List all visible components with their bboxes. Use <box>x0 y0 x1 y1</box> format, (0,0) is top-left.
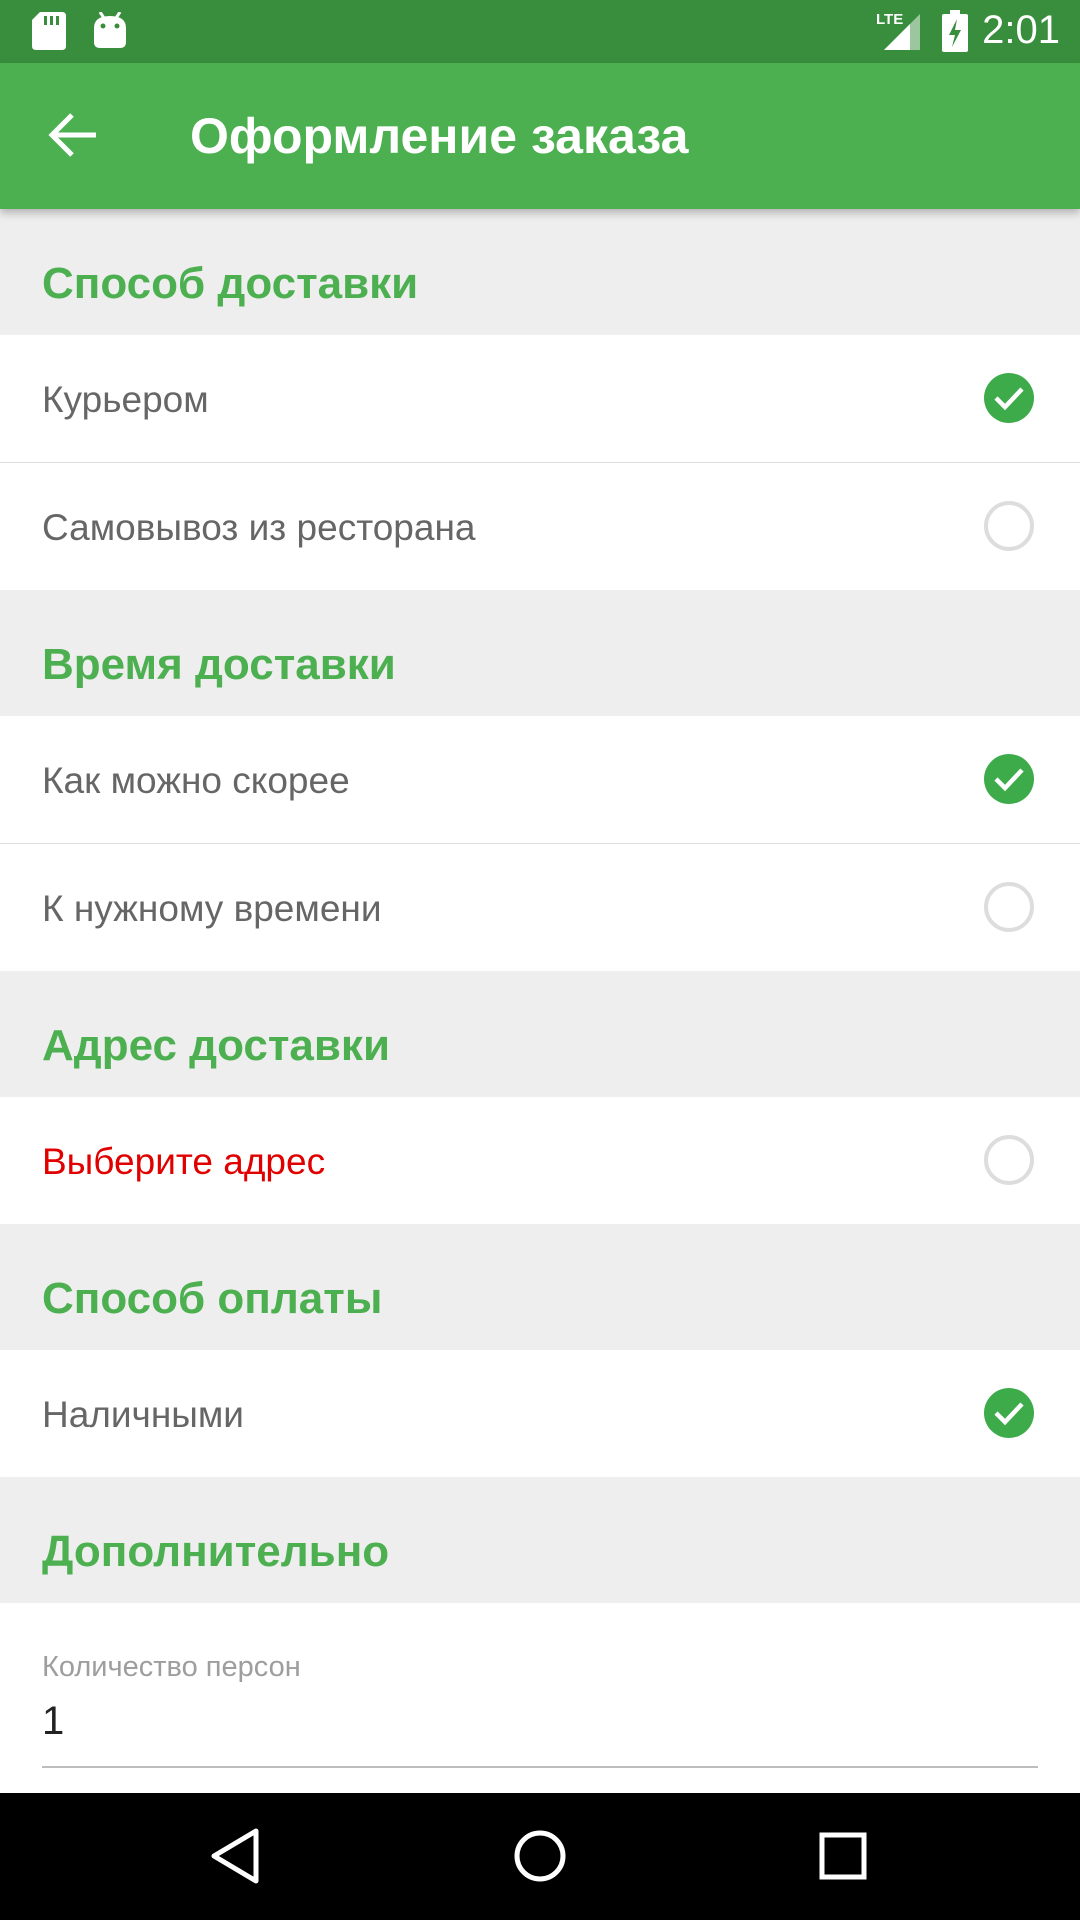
option-asap[interactable]: Как можно скорее <box>0 716 1080 844</box>
arrow-back-icon <box>48 113 96 157</box>
back-button[interactable] <box>30 103 118 169</box>
section-header-delivery-method: Способ доставки <box>0 209 1080 335</box>
nav-bar <box>0 1793 1080 1920</box>
back-triangle-icon <box>211 1828 259 1884</box>
option-cash[interactable]: Наличными <box>0 1350 1080 1477</box>
unchecked-radio-icon[interactable] <box>984 882 1034 932</box>
option-label: Самовывоз из ресторана <box>42 507 476 548</box>
option-label: К нужному времени <box>42 888 382 929</box>
battery-charging-icon <box>942 10 968 57</box>
checked-radio-icon[interactable] <box>984 373 1034 423</box>
section-header-delivery-address: Адрес доставки <box>0 971 1080 1097</box>
option-courier[interactable]: Курьером <box>0 335 1080 463</box>
home-circle-icon <box>514 1830 566 1882</box>
option-label: Курьером <box>42 379 209 420</box>
nav-back-button[interactable] <box>200 1821 270 1891</box>
section-header-delivery-time: Время доставки <box>0 590 1080 716</box>
persons-field-input[interactable]: 1 <box>42 1699 64 1744</box>
svg-text:LTE: LTE <box>876 11 903 28</box>
checked-radio-icon[interactable] <box>984 754 1034 804</box>
sd-card-icon <box>32 12 66 55</box>
persons-field-label: Количество персон <box>42 1651 301 1683</box>
page-title: Оформление заказа <box>190 108 689 164</box>
unchecked-radio-icon[interactable] <box>984 501 1034 551</box>
field-underline <box>42 1766 1038 1768</box>
persons-field[interactable]: Количество персон 1 <box>0 1603 1080 1793</box>
android-icon <box>92 11 128 55</box>
app-bar: Оформление заказа <box>0 63 1080 209</box>
status-bar: LTE 2:01 <box>0 0 1080 63</box>
nav-home-button[interactable] <box>505 1821 575 1891</box>
section-header-payment-method: Способ оплаты <box>0 1224 1080 1350</box>
unchecked-radio-icon[interactable] <box>984 1135 1034 1185</box>
option-select-address[interactable]: Выберите адрес <box>0 1097 1080 1224</box>
nav-recents-button[interactable] <box>808 1821 878 1891</box>
section-header-additional: Дополнительно <box>0 1477 1080 1603</box>
section-title: Адрес доставки <box>42 1021 391 1070</box>
option-label: Выберите адрес <box>42 1141 326 1182</box>
section-title: Дополнительно <box>42 1527 390 1576</box>
checked-radio-icon[interactable] <box>984 1388 1034 1438</box>
option-label: Как можно скорее <box>42 760 350 801</box>
option-pickup[interactable]: Самовывоз из ресторана <box>0 463 1080 590</box>
section-title: Способ доставки <box>42 259 419 308</box>
order-form: Способ доставки Курьером Самовывоз из ре… <box>0 209 1080 1793</box>
signal-icon: LTE <box>876 10 922 57</box>
option-scheduled-time[interactable]: К нужному времени <box>0 844 1080 971</box>
section-title: Способ оплаты <box>42 1274 383 1323</box>
option-label: Наличными <box>42 1394 244 1435</box>
recents-square-icon <box>819 1832 867 1880</box>
section-title: Время доставки <box>42 640 396 689</box>
status-time: 2:01 <box>982 8 1060 52</box>
